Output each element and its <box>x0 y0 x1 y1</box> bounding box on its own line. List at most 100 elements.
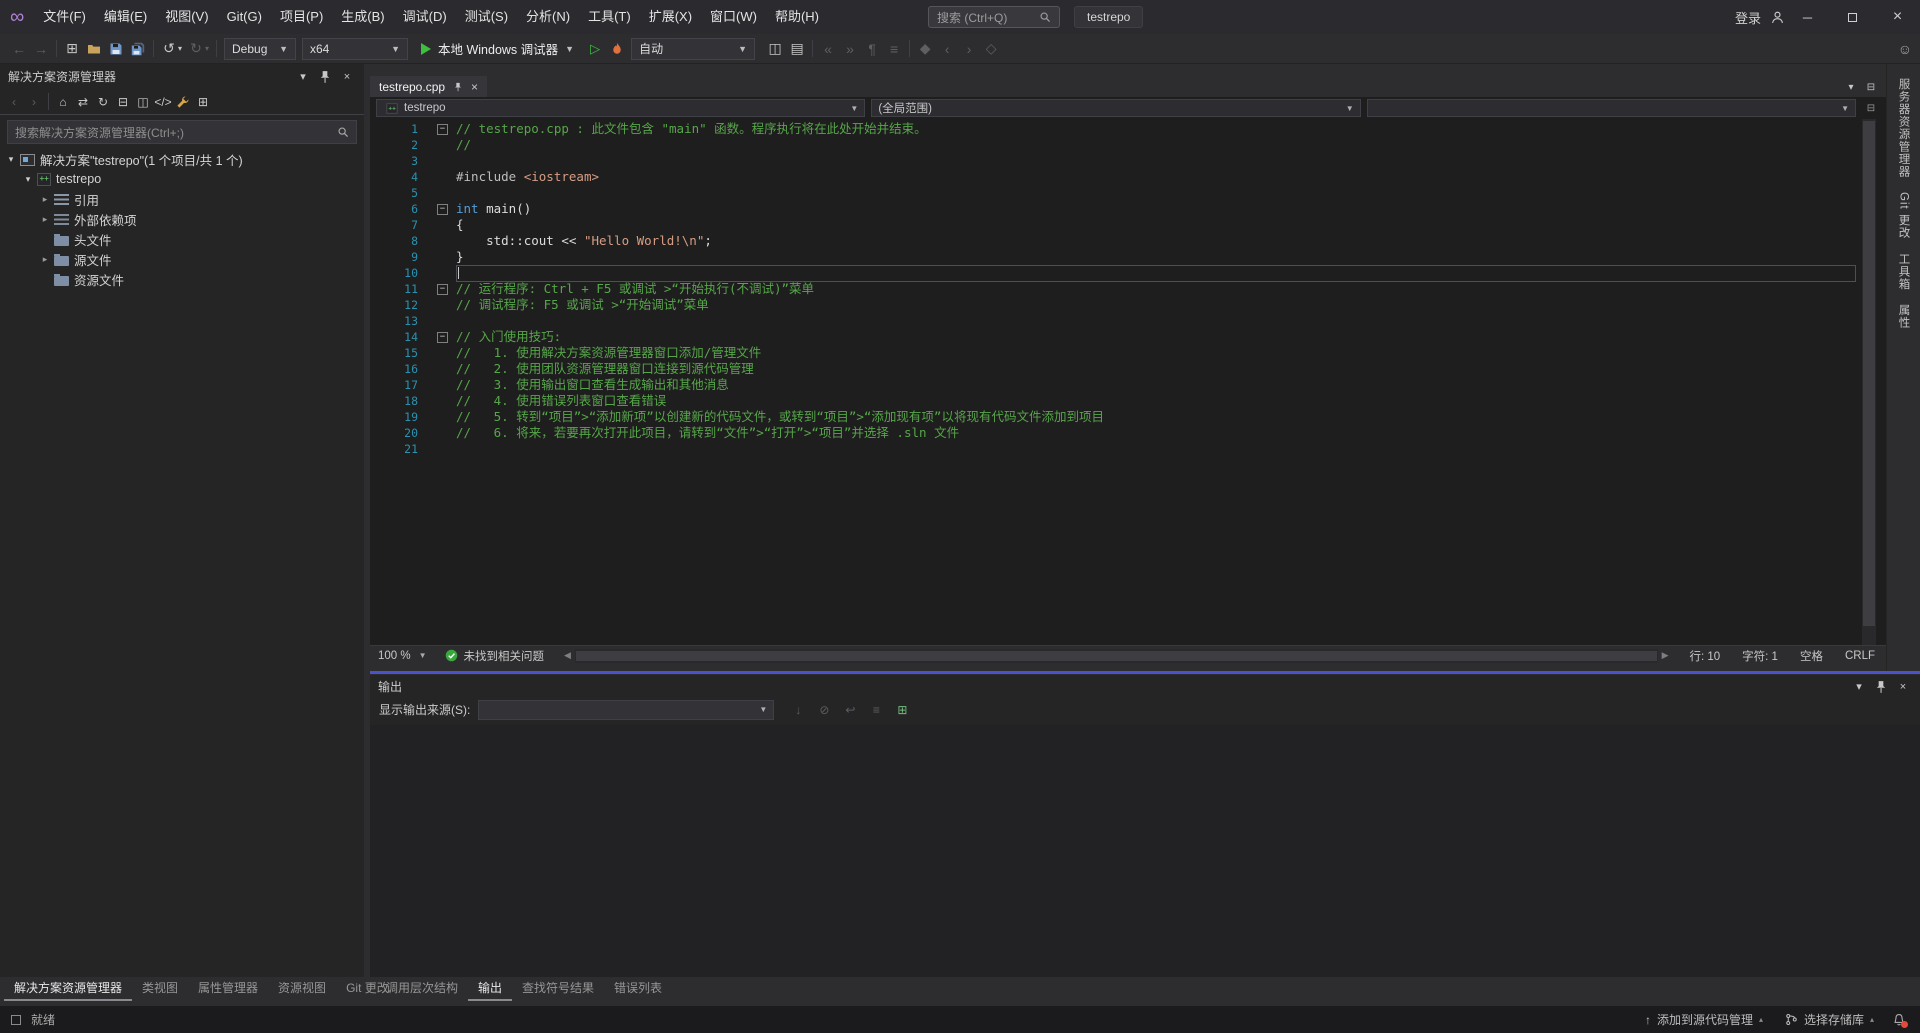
menu-item[interactable]: 视图(V) <box>156 0 217 34</box>
hot-reload-icon[interactable] <box>606 38 628 60</box>
save-all-icon[interactable] <box>127 38 149 60</box>
close-icon[interactable]: × <box>471 80 478 94</box>
active-files-dropdown-icon[interactable]: ▾ <box>1842 78 1860 96</box>
pin-icon[interactable] <box>1872 678 1890 696</box>
panel-tab[interactable]: 资源视图 <box>268 977 336 1001</box>
code-editor[interactable]: 1 // testrepo.cpp : 此文件包含 "main" 函数。程序执行… <box>370 119 1886 645</box>
pin-icon[interactable] <box>316 68 334 86</box>
start-without-debugging-icon[interactable]: ▷ <box>584 38 606 60</box>
close-icon[interactable]: × <box>1894 678 1912 696</box>
solution-explorer-icon[interactable]: ◫ <box>764 38 786 60</box>
document-health-indicator[interactable]: 未找到相关问题 <box>435 648 555 664</box>
fold-marker[interactable] <box>434 169 456 185</box>
code-line[interactable]: 6 int main() <box>370 201 1886 217</box>
code-line[interactable]: 20 // 6. 将来，若要再次打开此项目，请转到“文件”>“打开”>“项目”并… <box>370 425 1886 441</box>
fold-marker[interactable] <box>434 249 456 265</box>
toolwindow-menu-icon[interactable]: ▾ <box>294 68 312 86</box>
fold-marker[interactable] <box>434 185 456 201</box>
code-line[interactable]: 21 <box>370 441 1886 457</box>
menu-item[interactable]: 工具(T) <box>579 0 640 34</box>
output-content[interactable] <box>370 725 1920 977</box>
view-code-icon[interactable]: </> <box>153 92 173 112</box>
pin-icon[interactable] <box>453 82 463 92</box>
code-line[interactable]: 7 { <box>370 217 1886 233</box>
code-line[interactable]: 14 // 入门使用技巧: <box>370 329 1886 345</box>
fold-marker[interactable] <box>434 297 456 313</box>
autohide-tab[interactable]: Git 更改 <box>1896 192 1912 239</box>
horizontal-scrollbar[interactable]: ◀ ▶ <box>560 646 1672 665</box>
spaces-indicator[interactable]: 空格 <box>1789 648 1834 664</box>
fold-marker[interactable] <box>434 217 456 233</box>
menu-item[interactable]: 文件(F) <box>34 0 95 34</box>
code-line[interactable]: 17 // 3. 使用输出窗口查看生成输出和其他消息 <box>370 377 1886 393</box>
code-line[interactable]: 1 // testrepo.cpp : 此文件包含 "main" 函数。程序执行… <box>370 121 1886 137</box>
scrollbar-track[interactable] <box>575 649 1658 663</box>
menu-item[interactable]: 项目(P) <box>271 0 332 34</box>
fold-marker[interactable] <box>434 313 456 329</box>
autohide-tab[interactable]: 属性 <box>1896 304 1912 329</box>
platform-combo[interactable]: x64▼ <box>302 38 408 60</box>
code-line[interactable]: 5 <box>370 185 1886 201</box>
fold-marker[interactable] <box>434 409 456 425</box>
fold-marker[interactable] <box>434 361 456 377</box>
quick-search-box[interactable]: 搜索 (Ctrl+Q) <box>928 6 1060 28</box>
close-button[interactable]: × <box>1875 0 1920 34</box>
eol-indicator[interactable]: CRLF <box>1834 650 1886 662</box>
code-line[interactable]: 10 <box>370 265 1886 281</box>
user-profile-icon[interactable] <box>1770 10 1785 25</box>
save-icon[interactable] <box>105 38 127 60</box>
fold-marker[interactable] <box>434 281 456 297</box>
code-line[interactable]: 16 // 2. 使用团队资源管理器窗口连接到源代码管理 <box>370 361 1886 377</box>
fold-marker[interactable] <box>434 201 456 217</box>
autohide-tab[interactable]: 工具箱 <box>1896 253 1912 291</box>
menu-item[interactable]: 编辑(E) <box>95 0 156 34</box>
panel-splitter[interactable] <box>370 671 1920 674</box>
solution-explorer-search-box[interactable]: 搜索解决方案资源管理器(Ctrl+;) <box>7 120 357 144</box>
document-tab[interactable]: testrepo.cpp × <box>370 76 487 97</box>
tree-expander-icon[interactable]: ▸ <box>38 254 52 265</box>
fold-marker[interactable] <box>434 377 456 393</box>
fold-marker[interactable] <box>434 137 456 153</box>
menu-item[interactable]: 调试(D) <box>394 0 456 34</box>
switch-views-icon[interactable]: ⇄ <box>73 92 93 112</box>
code-line[interactable]: 4 #include <iostream> <box>370 169 1886 185</box>
tree-item[interactable]: ▾ testrepo <box>0 169 364 189</box>
output-header[interactable]: 输出 ▾× <box>370 675 1920 696</box>
add-to-source-control-button[interactable]: ↑ 添加到源代码管理 ▴ <box>1637 1006 1771 1033</box>
show-all-files-icon[interactable]: ◫ <box>133 92 153 112</box>
properties-wrench-icon[interactable] <box>173 92 193 112</box>
tree-item[interactable]: 头文件 <box>0 229 364 249</box>
output-source-combo[interactable]: ▼ <box>478 700 774 720</box>
collapse-all-icon[interactable]: ⊟ <box>113 92 133 112</box>
scope-dropdown[interactable]: (全局范围) ▼ <box>871 99 1360 117</box>
code-line[interactable]: 18 // 4. 使用错误列表窗口查看错误 <box>370 393 1886 409</box>
feedback-icon[interactable]: ☺ <box>1898 34 1912 64</box>
fold-marker[interactable] <box>434 121 456 137</box>
sign-in-button[interactable]: 登录 <box>1735 8 1761 27</box>
tree-item[interactable]: ▸ 外部依赖项 <box>0 209 364 229</box>
home-icon[interactable]: ⌂ <box>53 92 73 112</box>
split-editor-button[interactable]: ⊟ <box>1862 99 1880 117</box>
hot-reload-mode-combo[interactable]: 自动▼ <box>631 38 755 60</box>
preview-icon[interactable]: ⊞ <box>193 92 213 112</box>
panel-tab[interactable]: 查找符号结果 <box>512 977 604 1001</box>
code-line[interactable]: 11 // 运行程序: Ctrl + F5 或调试 >“开始执行(不调试)”菜单 <box>370 281 1886 297</box>
output-settings-icon[interactable]: ⊞ <box>892 700 912 720</box>
close-icon[interactable]: × <box>338 68 356 86</box>
code-line[interactable]: 8 std::cout << "Hello World!\n"; <box>370 233 1886 249</box>
panel-tab[interactable]: 输出 <box>468 977 512 1001</box>
fold-marker[interactable] <box>434 265 456 281</box>
scrollbar-thumb[interactable] <box>1863 121 1875 626</box>
project-dropdown[interactable]: testrepo ▼ <box>376 99 865 117</box>
open-file-icon[interactable] <box>83 38 105 60</box>
minimize-button[interactable]: ─ <box>1785 0 1830 34</box>
vertical-scrollbar[interactable] <box>1862 119 1876 645</box>
solution-explorer-header[interactable]: 解决方案资源管理器 ▾× <box>0 64 364 89</box>
fold-marker[interactable] <box>434 393 456 409</box>
fold-marker[interactable] <box>434 233 456 249</box>
zoom-dropdown[interactable]: 100 % ▼ <box>370 646 435 665</box>
notifications-button[interactable] <box>1888 1006 1910 1033</box>
code-line[interactable]: 12 // 调试程序: F5 或调试 >“开始调试”菜单 <box>370 297 1886 313</box>
fold-marker[interactable] <box>434 441 456 457</box>
code-line[interactable]: 15 // 1. 使用解决方案资源管理器窗口添加/管理文件 <box>370 345 1886 361</box>
